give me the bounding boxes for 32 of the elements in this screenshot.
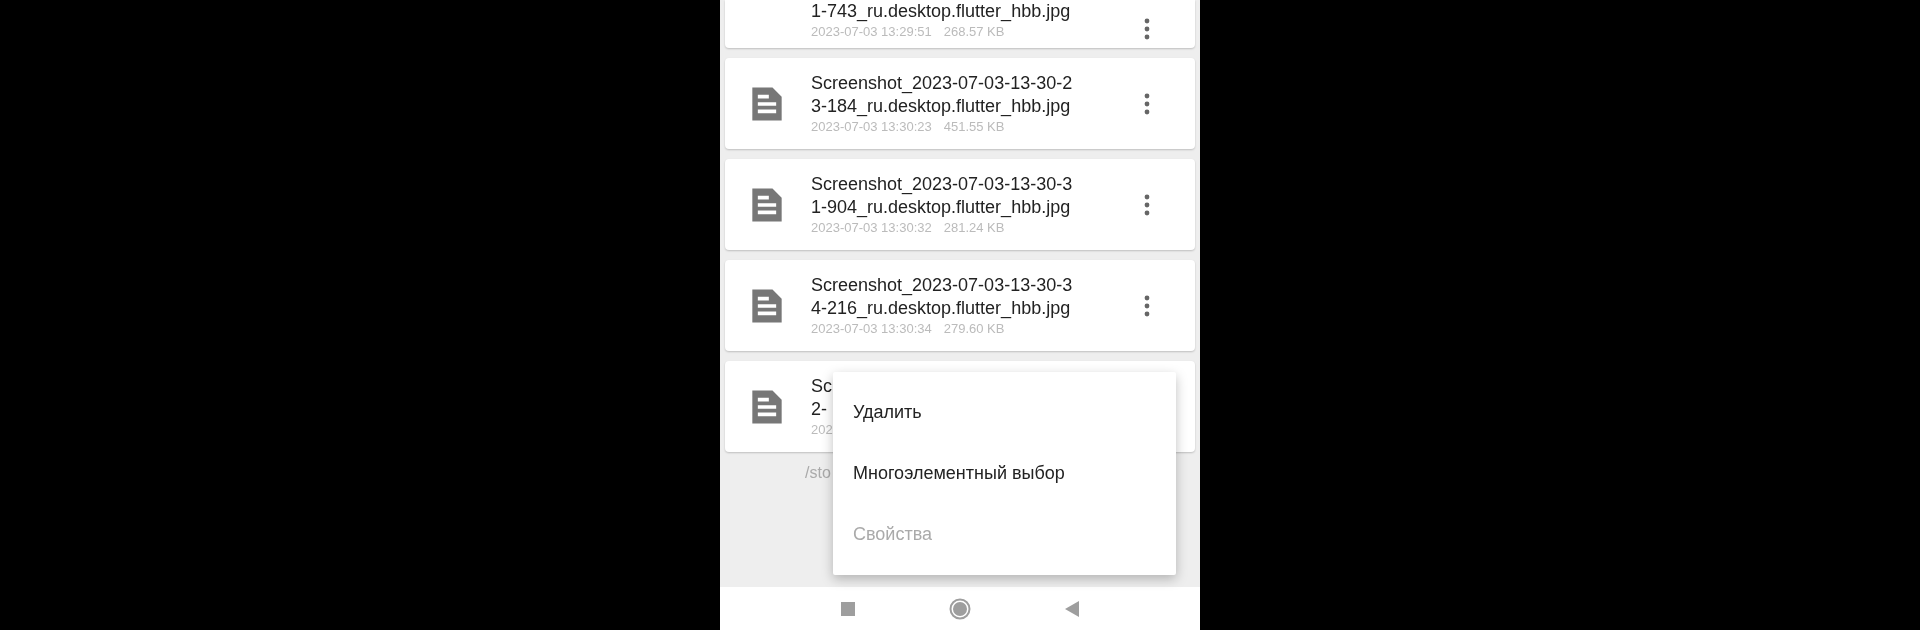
file-size: 281.24 KB — [943, 219, 1005, 236]
menu-item[interactable]: Удалить — [833, 382, 1176, 443]
file-date: 2023-07-03 13:30:34 — [811, 320, 932, 337]
file-card[interactable]: Screenshot_2023-07-03-13-30-3 1-904_ru.desktop.flutter_hbb.jpg 2023-07-03 13:30:32 281.24 KB — [725, 159, 1195, 250]
file-name: Screenshot_2023-07-03-13-30-3 — [811, 173, 1073, 196]
file-card[interactable]: 1-743_ru.desktop.flutter_hbb.jpg 2023-07-03 13:29:51 268.57 KB — [725, 0, 1195, 48]
file-name: 4-216_ru.desktop.flutter_hbb.jpg — [811, 297, 1071, 320]
home-icon[interactable] — [949, 597, 971, 620]
file-name: 2- — [811, 398, 827, 421]
file-card[interactable]: Screenshot_2023-07-03-13-30-3 4-216_ru.desktop.flutter_hbb.jpg 2023-07-03 13:30:34 279.60 KB — [725, 260, 1195, 351]
folder-path: /sto — [805, 464, 831, 482]
file-date: 2023-07-03 13:30:23 — [811, 118, 932, 135]
file-date: 202 — [811, 421, 833, 438]
file-size: 451.55 KB — [943, 118, 1005, 135]
recents-icon[interactable] — [841, 601, 855, 616]
file-name: Sc — [811, 375, 832, 398]
file-size: 279.60 KB — [943, 320, 1005, 337]
file-name: 1-743_ru.desktop.flutter_hbb.jpg — [811, 0, 1071, 23]
file-name: 1-904_ru.desktop.flutter_hbb.jpg — [811, 196, 1071, 219]
back-icon[interactable] — [1065, 600, 1079, 617]
more-options-icon[interactable] — [1144, 193, 1150, 216]
file-name: Screenshot_2023-07-03-13-30-3 — [811, 274, 1073, 297]
file-name: Screenshot_2023-07-03-13-30-2 — [811, 72, 1073, 95]
file-size: 268.57 KB — [943, 23, 1005, 40]
file-card[interactable]: Screenshot_2023-07-03-13-30-2 3-184_ru.desktop.flutter_hbb.jpg 2023-07-03 13:30:23 451.55 KB — [725, 58, 1195, 149]
more-options-icon[interactable] — [1144, 294, 1150, 317]
menu-item[interactable]: Многоэлементный выбор — [833, 443, 1176, 504]
file-date: 2023-07-03 13:30:32 — [811, 219, 932, 236]
file-name: 3-184_ru.desktop.flutter_hbb.jpg — [811, 95, 1071, 118]
more-options-icon[interactable] — [1144, 18, 1150, 40]
file-date: 2023-07-03 13:29:51 — [811, 23, 932, 40]
more-options-icon[interactable] — [1144, 92, 1150, 115]
